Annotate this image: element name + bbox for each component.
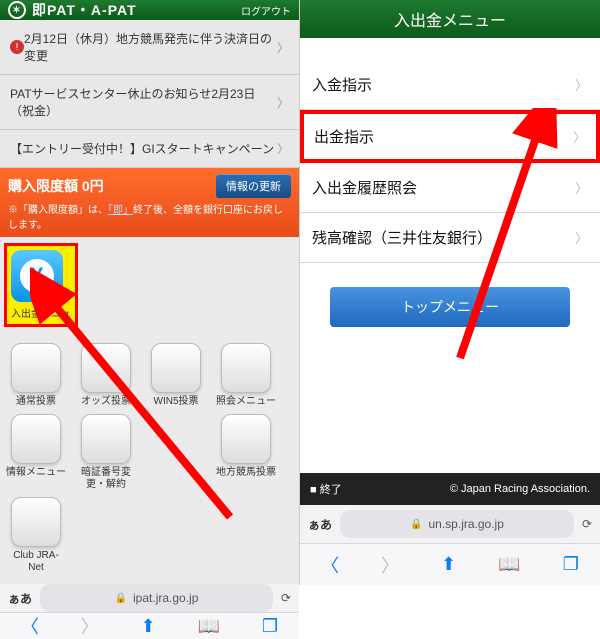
menu-item[interactable]: 残高確認（三井住友銀行） 〉: [300, 213, 600, 263]
top-menu-button[interactable]: トップメニュー: [330, 287, 570, 327]
footer-bar: ■ 終了 © Japan Racing Association.: [300, 473, 600, 505]
safari-toolbar: 〈 〉 ⬆︎ 📖 ❐: [300, 543, 600, 585]
limit-refresh-button[interactable]: 情報の更新: [216, 174, 291, 198]
menu-list: 入金指示〉出金指示〉入出金履歴照会〉残高確認（三井住友銀行）〉: [300, 60, 600, 263]
app-icon-graphic: [11, 414, 61, 464]
menu-item[interactable]: 入金指示 〉: [300, 60, 600, 110]
app-icon-graphic: [221, 343, 271, 393]
limit-title: 購入限度額 0円: [8, 176, 104, 196]
app-label: 情報メニュー: [6, 467, 66, 479]
limit-bar: 購入限度額 0円 情報の更新 ※「購入限度額」は、「即」終了後、全額を銀行口座に…: [0, 168, 299, 237]
app-icon-graphic: [151, 343, 201, 393]
menu-label: 残高確認（三井住友銀行）: [312, 227, 492, 248]
forward-icon: 〉: [381, 552, 399, 578]
app-label: 地方競馬投票: [216, 467, 276, 479]
app-label: 通常投票: [16, 396, 56, 408]
app-icon-graphic: [81, 414, 131, 464]
url-pill[interactable]: 🔒 ipat.jra.go.jp: [40, 584, 273, 612]
back-icon[interactable]: 〈: [21, 613, 39, 639]
app-icon[interactable]: WIN5投票: [146, 343, 206, 408]
menu-item[interactable]: 出金指示 〉: [300, 110, 600, 163]
right-body: 入金指示〉出金指示〉入出金履歴照会〉残高確認（三井住友銀行）〉 トップメニュー: [300, 38, 600, 473]
app-icon-graphic: [81, 343, 131, 393]
title-text: 即PAT・A-PAT: [32, 0, 137, 20]
logout-link[interactable]: ログアウト: [241, 3, 291, 18]
app-icon[interactable]: Club JRA-Net: [6, 497, 66, 574]
phone-right: 入出金メニュー 入金指示〉出金指示〉入出金履歴照会〉残高確認（三井住友銀行）〉 …: [300, 0, 600, 585]
menu-item[interactable]: 入出金履歴照会 〉: [300, 163, 600, 213]
warning-icon: !: [10, 40, 24, 54]
chevron-right-icon: 〉: [277, 39, 289, 56]
chevron-right-icon: 〉: [575, 75, 588, 94]
app-icon[interactable]: オッズ投票: [76, 343, 136, 408]
tabs-icon[interactable]: ❐: [563, 554, 579, 575]
tabs-icon[interactable]: ❐: [262, 616, 278, 637]
app-icon-graphic: [221, 414, 271, 464]
chevron-right-icon: 〉: [575, 228, 588, 247]
app-label: 照会メニュー: [216, 396, 276, 408]
reload-icon[interactable]: ⟳: [582, 517, 592, 531]
phone-left: ✶ 即PAT・A-PAT ログアウト !2月12日（休月）地方競馬発売に伴う決済…: [0, 0, 300, 585]
notice-text: 【エントリー受付中！】GIスタートキャンペーン: [10, 140, 277, 157]
page-title: 入出金メニュー: [394, 7, 506, 31]
share-icon[interactable]: ⬆︎: [441, 554, 456, 575]
lock-icon: 🔒: [115, 593, 127, 604]
back-icon[interactable]: 〈: [321, 552, 339, 578]
deposit-withdraw-icon: ¥: [11, 250, 63, 302]
app-label: WIN5投票: [154, 396, 199, 408]
notice-list: !2月12日（休月）地方競馬発売に伴う決済日の変更〉PATサービスセンター休止の…: [0, 20, 299, 168]
menu-label: 入金指示: [312, 74, 372, 95]
jra-logo-icon: ✶: [8, 1, 26, 19]
safari-url-bar: ぁあ 🔒 un.sp.jra.go.jp ⟳: [300, 505, 600, 543]
text-size-button[interactable]: ぁあ: [308, 516, 332, 533]
app-label: オッズ投票: [81, 396, 131, 408]
end-button[interactable]: ■ 終了: [310, 481, 342, 497]
app-icon[interactable]: 暗証番号変更・解約: [76, 414, 136, 491]
notice-item[interactable]: PATサービスセンター休止のお知らせ2月23日（祝金）〉: [0, 75, 299, 130]
deposit-withdraw-label: 入出金メニュ: [11, 305, 71, 320]
notice-text: 2月12日（休月）地方競馬発売に伴う決済日の変更: [24, 30, 277, 64]
app-label: Club JRA-Net: [6, 550, 66, 574]
page-header: 入出金メニュー: [300, 0, 600, 38]
app-icon[interactable]: 地方競馬投票: [216, 414, 276, 491]
limit-note: ※「購入限度額」は、「即」終了後、全額を銀行口座にお戻しします。: [8, 201, 291, 231]
url-pill[interactable]: 🔒 un.sp.jra.go.jp: [340, 510, 574, 538]
forward-icon: 〉: [81, 613, 99, 639]
chevron-right-icon: 〉: [573, 127, 586, 146]
bookmarks-icon[interactable]: 📖: [198, 616, 220, 637]
app-icon-graphic: [11, 343, 61, 393]
app-icon[interactable]: 通常投票: [6, 343, 66, 408]
notice-text: PATサービスセンター休止のお知らせ2月23日（祝金）: [10, 85, 277, 119]
menu-label: 出金指示: [314, 126, 374, 147]
app-label: 暗証番号変更・解約: [76, 467, 136, 491]
app-icon[interactable]: 照会メニュー: [216, 343, 276, 408]
safari-toolbar: 〈 〉 ⬆︎ 📖 ❐: [0, 612, 299, 639]
reload-icon[interactable]: ⟳: [281, 591, 291, 605]
app-title: ✶ 即PAT・A-PAT: [8, 0, 137, 20]
safari-url-bar: ぁあ 🔒 ipat.jra.go.jp ⟳: [0, 584, 299, 612]
chevron-right-icon: 〉: [575, 178, 588, 197]
app-icon-graphic: [11, 497, 61, 547]
chevron-right-icon: 〉: [277, 140, 289, 157]
bookmarks-icon[interactable]: 📖: [498, 554, 520, 575]
url-text: un.sp.jra.go.jp: [429, 517, 504, 531]
lock-icon: 🔒: [410, 519, 422, 530]
share-icon[interactable]: ⬆︎: [141, 616, 156, 637]
url-text: ipat.jra.go.jp: [133, 591, 198, 605]
notice-item[interactable]: 【エントリー受付中！】GIスタートキャンペーン〉: [0, 130, 299, 168]
home-area: ¥ 入出金メニュ 通常投票 オッズ投票 WIN5投票 照会メニュー情報メニュー暗証番号…: [0, 237, 299, 584]
notice-item[interactable]: !2月12日（休月）地方競馬発売に伴う決済日の変更〉: [0, 20, 299, 75]
chevron-right-icon: 〉: [277, 94, 289, 111]
menu-label: 入出金履歴照会: [312, 177, 417, 198]
deposit-withdraw-highlight[interactable]: ¥ 入出金メニュ: [4, 243, 78, 327]
yen-icon: ¥: [20, 259, 54, 293]
app-icon[interactable]: 情報メニュー: [6, 414, 66, 491]
copyright: © Japan Racing Association.: [450, 483, 590, 495]
app-header: ✶ 即PAT・A-PAT ログアウト: [0, 0, 299, 20]
text-size-button[interactable]: ぁあ: [8, 590, 32, 607]
